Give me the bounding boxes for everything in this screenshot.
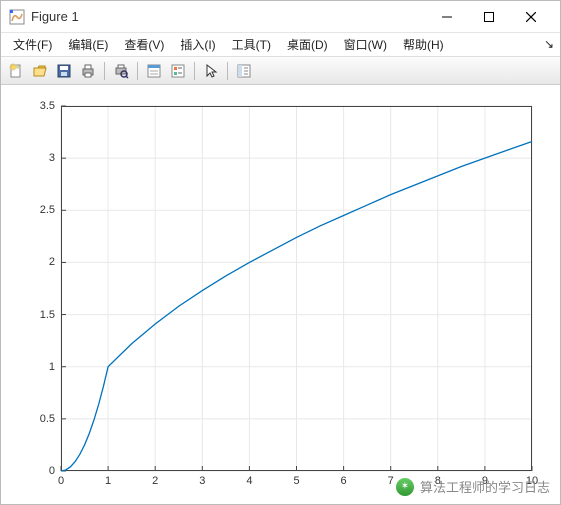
toolbar (1, 57, 560, 85)
xtick-label: 0 (58, 475, 64, 487)
toolbar-separator (227, 62, 228, 80)
open-icon[interactable] (29, 60, 51, 82)
ytick-label: 3 (49, 152, 55, 164)
toolbar-separator (137, 62, 138, 80)
window-controls (426, 2, 552, 32)
print-icon[interactable] (77, 60, 99, 82)
ytick-label: 0.5 (40, 413, 55, 425)
menu-item-3[interactable]: 插入(I) (172, 33, 223, 56)
xtick-label: 8 (435, 475, 441, 487)
ytick-label: 1 (49, 361, 55, 373)
save-icon[interactable] (53, 60, 75, 82)
xtick-label: 7 (388, 475, 394, 487)
menu-item-5[interactable]: 桌面(D) (279, 33, 336, 56)
pointer-icon[interactable] (200, 60, 222, 82)
xtick-label: 1 (105, 475, 111, 487)
menu-item-7[interactable]: 帮助(H) (395, 33, 452, 56)
xtick-label: 10 (526, 475, 538, 487)
new-file-icon[interactable] (5, 60, 27, 82)
maximize-button[interactable] (468, 2, 510, 32)
xtick-label: 2 (152, 475, 158, 487)
xtick-label: 5 (293, 475, 299, 487)
axes[interactable]: 01234567891000.511.522.533.5 (61, 106, 532, 471)
ytick-label: 2 (49, 256, 55, 268)
toolbar-separator (104, 62, 105, 80)
menubar-overflow-icon[interactable]: ↘ (544, 37, 554, 51)
ytick-label: 0 (49, 465, 55, 477)
ytick-label: 2.5 (40, 204, 55, 216)
xtick-label: 3 (199, 475, 205, 487)
data-cursor-icon[interactable] (143, 60, 165, 82)
xtick-label: 6 (341, 475, 347, 487)
linked-plot-icon[interactable] (233, 60, 255, 82)
ytick-label: 3.5 (40, 100, 55, 112)
print-preview-icon[interactable] (110, 60, 132, 82)
minimize-button[interactable] (426, 2, 468, 32)
toolbar-separator (194, 62, 195, 80)
menubar: 文件(F)编辑(E)查看(V)插入(I)工具(T)桌面(D)窗口(W)帮助(H)… (1, 33, 560, 57)
app-icon (9, 9, 25, 25)
menu-item-6[interactable]: 窗口(W) (336, 33, 395, 56)
figure-window: Figure 1 文件(F)编辑(E)查看(V)插入(I)工具(T)桌面(D)窗… (0, 0, 561, 505)
ytick-label: 1.5 (40, 309, 55, 321)
menu-item-2[interactable]: 查看(V) (116, 33, 172, 56)
menu-item-4[interactable]: 工具(T) (224, 33, 279, 56)
window-title: Figure 1 (31, 9, 426, 24)
plot-area: 0 1 2 3 4 5 6 7 8 9 10 0 0.5 1 1.5 2 2.5 3 3.5 (1, 86, 560, 504)
titlebar[interactable]: Figure 1 (1, 1, 560, 33)
menu-item-1[interactable]: 编辑(E) (60, 33, 116, 56)
close-button[interactable] (510, 2, 552, 32)
xtick-label: 4 (246, 475, 252, 487)
menu-item-0[interactable]: 文件(F) (5, 33, 60, 56)
color-legend-icon[interactable] (167, 60, 189, 82)
xtick-label: 9 (482, 475, 488, 487)
